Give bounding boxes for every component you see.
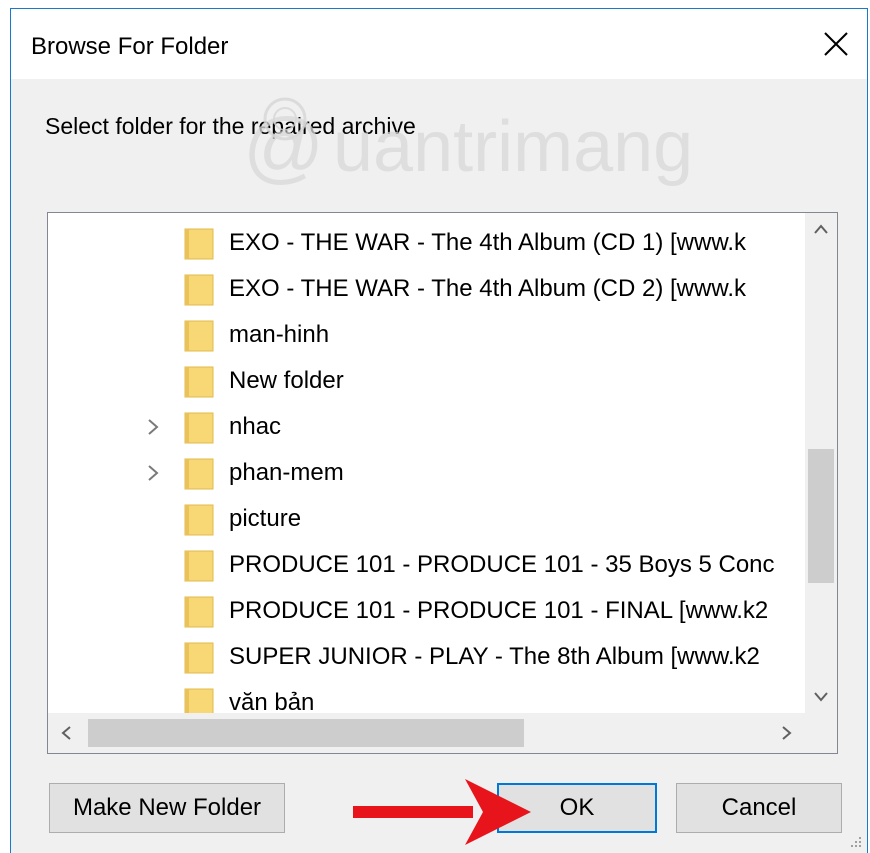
tree-item[interactable]: nhac xyxy=(48,405,805,451)
expand-chevron-icon[interactable] xyxy=(144,417,162,437)
dialog-prompt: Select folder for the repaired archive xyxy=(45,113,416,139)
tree-item-label: picture xyxy=(229,505,302,532)
tree-item-label: New folder xyxy=(229,367,344,394)
make-new-folder-label: Make New Folder xyxy=(72,794,262,821)
folder-icon xyxy=(184,504,214,536)
folder-icon xyxy=(184,550,214,582)
scroll-down-button[interactable] xyxy=(805,681,837,713)
vertical-scrollbar[interactable] xyxy=(805,213,837,713)
chevron-left-icon xyxy=(61,726,71,740)
folder-tree[interactable]: EXO - THE WAR - The 4th Album (CD 1) [ww… xyxy=(47,212,838,754)
cancel-button[interactable]: Cancel xyxy=(676,783,842,833)
chevron-right-icon xyxy=(782,726,792,740)
tree-item[interactable]: phan-mem xyxy=(48,451,805,497)
tree-item[interactable]: văn bản xyxy=(48,681,805,713)
folder-icon xyxy=(184,458,214,490)
browse-for-folder-dialog: Browse For Folder Select folder for the … xyxy=(10,8,868,853)
folder-tree-viewport: EXO - THE WAR - The 4th Album (CD 1) [ww… xyxy=(48,213,805,713)
tree-item-label: PRODUCE 101 - PRODUCE 101 - 35 Boys 5 Co… xyxy=(229,551,775,578)
scrollbar-corner xyxy=(805,713,837,753)
tree-item-label: PRODUCE 101 - PRODUCE 101 - FINAL [www.k… xyxy=(229,597,769,624)
vertical-scroll-thumb[interactable] xyxy=(808,449,834,583)
chevron-down-icon xyxy=(814,692,828,702)
tree-item-label: EXO - THE WAR - The 4th Album (CD 1) [ww… xyxy=(229,229,747,256)
tree-item[interactable]: EXO - THE WAR - The 4th Album (CD 2) [ww… xyxy=(48,267,805,313)
tree-item[interactable]: SUPER JUNIOR - PLAY - The 8th Album [www… xyxy=(48,635,805,681)
close-icon xyxy=(824,32,848,56)
tree-item-label: văn bản xyxy=(229,689,315,713)
folder-icon xyxy=(184,366,214,398)
folder-icon xyxy=(184,274,214,306)
folder-icon xyxy=(184,228,214,260)
tree-item-label: phan-mem xyxy=(229,459,344,486)
horizontal-scroll-thumb[interactable] xyxy=(88,719,524,747)
tree-item-label: EXO - THE WAR - The 4th Album (CD 2) [ww… xyxy=(229,275,747,302)
folder-icon xyxy=(184,642,214,674)
tree-item-label: man-hinh xyxy=(229,321,330,348)
tree-item[interactable]: picture xyxy=(48,497,805,543)
horizontal-scrollbar[interactable] xyxy=(48,713,805,753)
title-bar: Browse For Folder xyxy=(11,9,867,79)
resize-grip-icon[interactable] xyxy=(849,835,863,849)
folder-icon xyxy=(184,596,214,628)
folder-icon xyxy=(184,320,214,352)
scroll-right-button[interactable] xyxy=(769,713,805,753)
ok-button[interactable]: OK xyxy=(497,783,657,833)
ok-label: OK xyxy=(559,794,595,821)
scroll-left-button[interactable] xyxy=(48,713,84,753)
tree-item[interactable]: man-hinh xyxy=(48,313,805,359)
folder-icon xyxy=(184,412,214,444)
scroll-up-button[interactable] xyxy=(805,213,837,245)
dialog-title: Browse For Folder xyxy=(31,33,229,60)
chevron-up-icon xyxy=(814,224,828,234)
tree-item[interactable]: PRODUCE 101 - PRODUCE 101 - 35 Boys 5 Co… xyxy=(48,543,805,589)
tree-item-label: SUPER JUNIOR - PLAY - The 8th Album [www… xyxy=(229,643,760,670)
tree-item[interactable]: EXO - THE WAR - The 4th Album (CD 1) [ww… xyxy=(48,221,805,267)
cancel-label: Cancel xyxy=(721,794,797,821)
close-button[interactable] xyxy=(805,9,867,79)
expand-chevron-icon[interactable] xyxy=(144,463,162,483)
make-new-folder-button[interactable]: Make New Folder xyxy=(49,783,285,833)
tree-item[interactable]: PRODUCE 101 - PRODUCE 101 - FINAL [www.k… xyxy=(48,589,805,635)
tree-item-label: nhac xyxy=(229,413,282,440)
tree-item[interactable]: New folder xyxy=(48,359,805,405)
folder-icon xyxy=(184,688,214,713)
